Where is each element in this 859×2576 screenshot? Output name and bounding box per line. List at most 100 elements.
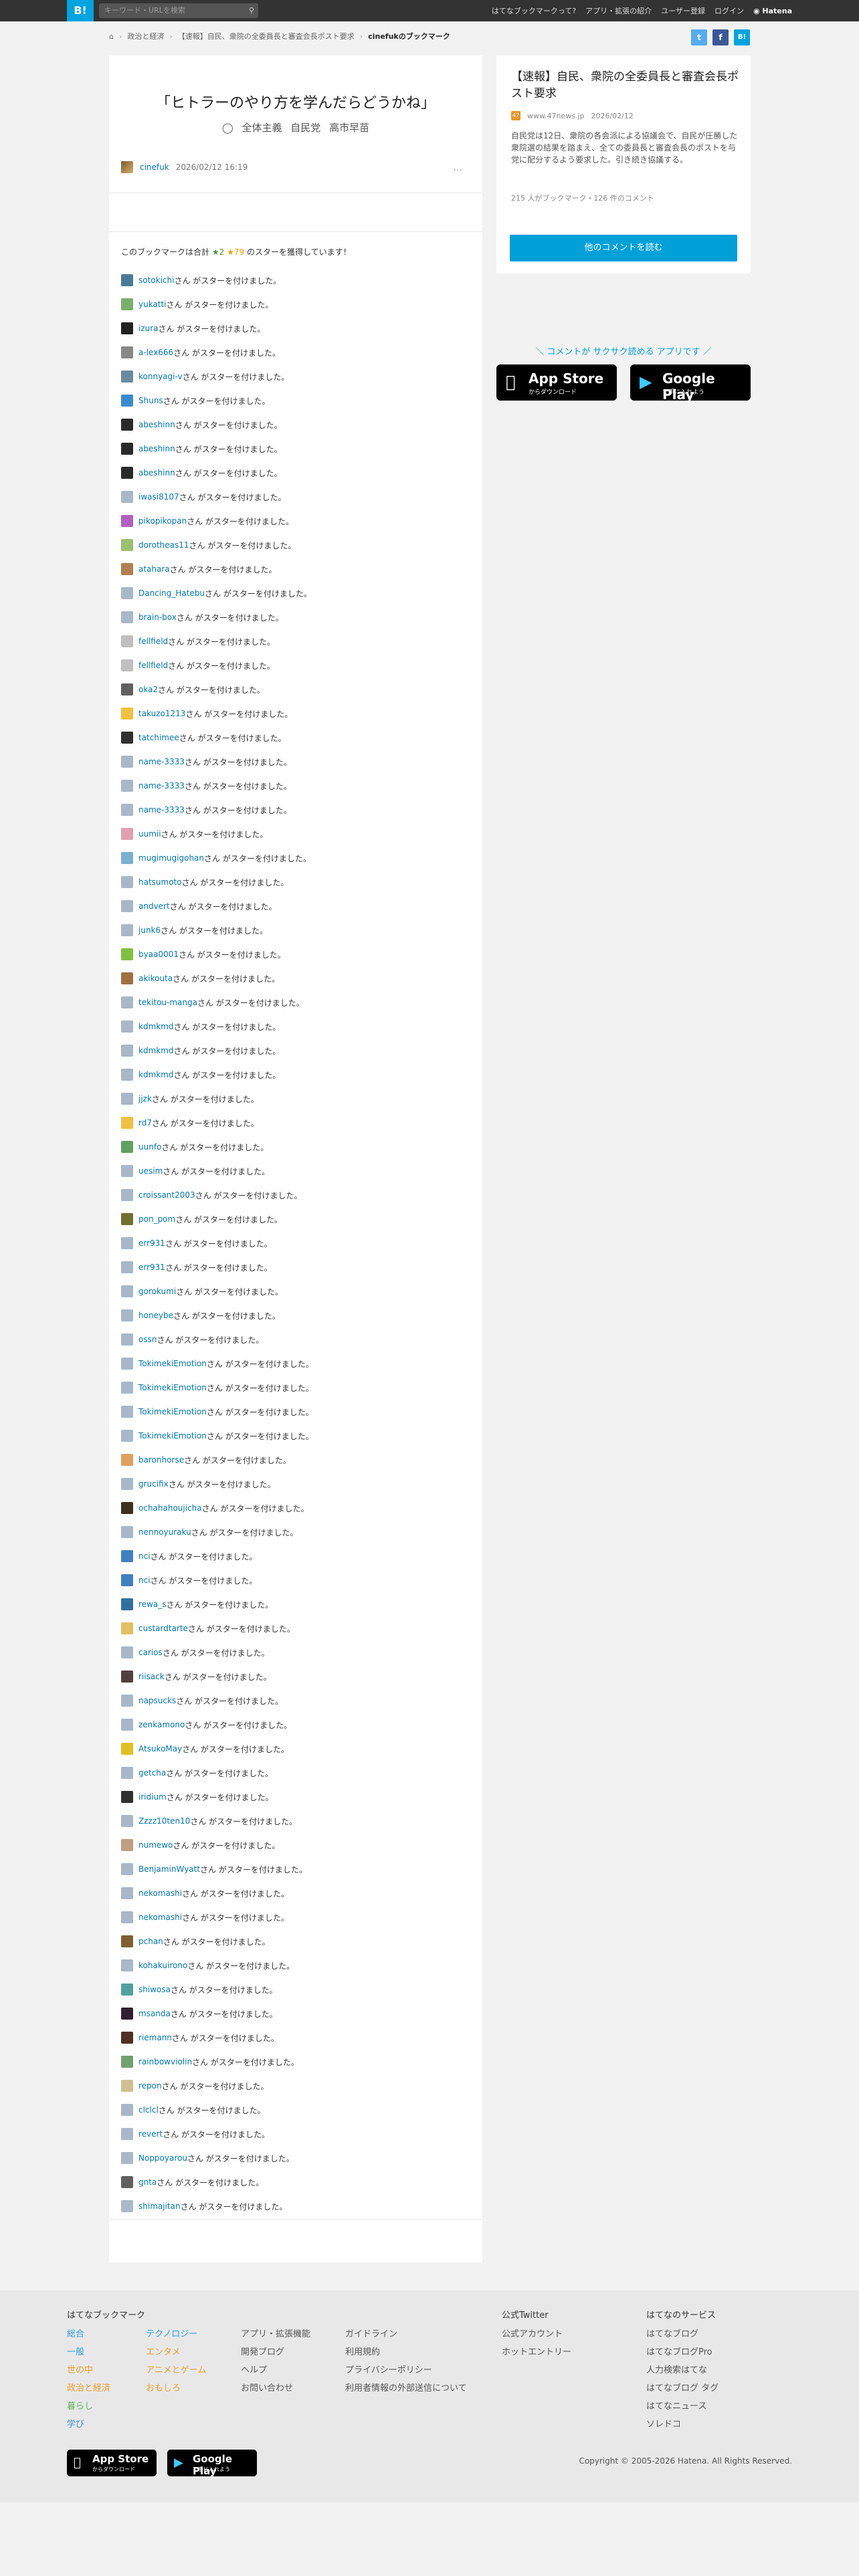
footer-link[interactable]: プライバシーポリシー (345, 2361, 467, 2379)
avatar[interactable] (121, 1598, 133, 1610)
star-giver-name[interactable]: nci (138, 1551, 151, 1561)
avatar[interactable] (121, 322, 133, 334)
avatar[interactable] (121, 1863, 133, 1875)
avatar[interactable] (121, 2104, 133, 2116)
star-giver-name[interactable]: repon (138, 2081, 162, 2090)
footer-google-play-badge[interactable]: ▶ Google Play で手に入れよう (167, 2450, 257, 2477)
avatar[interactable] (121, 1671, 133, 1683)
star-giver-name[interactable]: name-3333 (138, 781, 185, 790)
star-giver-name[interactable]: baronhorse (138, 1455, 184, 1465)
avatar[interactable] (121, 2080, 133, 2092)
star-giver-name[interactable]: rewa_s (138, 1600, 166, 1609)
avatar[interactable] (121, 780, 133, 792)
star-giver-name[interactable]: Dancing_Hatebu (138, 588, 205, 598)
star-giver-name[interactable]: croissant2003 (138, 1190, 195, 1200)
star-giver-name[interactable]: takuzo1213 (138, 709, 185, 718)
star-giver-name[interactable]: konnyagi-v (138, 372, 183, 381)
avatar[interactable] (121, 1815, 133, 1827)
star-giver-name[interactable]: jjzk (138, 1094, 152, 1103)
footer-category[interactable]: 学び (67, 2416, 110, 2434)
star-giver-name[interactable]: atahara (138, 564, 170, 574)
star-giver-name[interactable]: nennoyuraku (138, 1527, 191, 1537)
star-giver-name[interactable]: name-3333 (138, 805, 185, 815)
footer-link[interactable]: 利用者情報の外部送信について (345, 2379, 467, 2397)
star-giver-name[interactable]: tekitou-manga (138, 998, 197, 1007)
avatar[interactable] (121, 491, 133, 503)
star-giver-name[interactable]: nekomashi (138, 1913, 182, 1922)
star-giver-name[interactable]: sotokichi (138, 276, 174, 285)
star-giver-name[interactable]: nci (138, 1576, 151, 1585)
footer-link[interactable]: 利用規約 (345, 2343, 467, 2361)
avatar[interactable] (121, 1189, 133, 1201)
avatar[interactable] (121, 1333, 133, 1346)
star-giver-name[interactable]: Shuns (138, 396, 163, 405)
avatar[interactable] (121, 2128, 133, 2140)
avatar[interactable] (121, 587, 133, 599)
footer-service-link[interactable]: はてなニュース (646, 2397, 719, 2416)
hatena-share-icon[interactable]: B! (734, 29, 750, 45)
star-giver-name[interactable]: mugimugigohan (138, 853, 204, 863)
star-giver-name[interactable]: AtsukoMay (138, 1744, 182, 1753)
avatar[interactable] (121, 1887, 133, 1899)
star-giver-name[interactable]: byaa0001 (138, 950, 179, 959)
avatar[interactable] (121, 2056, 133, 2068)
avatar[interactable] (121, 756, 133, 768)
footer-link[interactable]: アプリ・拡張機能 (241, 2325, 310, 2343)
star-giver-name[interactable]: TokimekiEmotion (138, 1383, 207, 1392)
star-giver-name[interactable]: andvert (138, 901, 170, 911)
avatar[interactable] (121, 1165, 133, 1177)
star-giver-name[interactable]: err931 (138, 1263, 165, 1272)
avatar[interactable] (121, 1839, 133, 1851)
footer-link[interactable]: お問い合わせ (241, 2379, 310, 2397)
entry-title-link[interactable]: 【速報】自民、衆院の全委員長と審査会長ポスト要求 (511, 69, 739, 102)
avatar[interactable] (121, 1478, 133, 1490)
footer-category[interactable]: テクノロジー (146, 2325, 206, 2343)
star-giver-name[interactable]: rainbowviolin (138, 2057, 192, 2066)
footer-link[interactable]: ホットエントリー (502, 2343, 571, 2361)
avatar[interactable] (121, 683, 133, 695)
star-giver-name[interactable]: shiwosa (138, 1985, 171, 1994)
search-input[interactable]: キーワード・URLを検索 ⚲ (99, 3, 258, 18)
star-giver-name[interactable]: kdmkmd (138, 1046, 174, 1055)
nav-apps[interactable]: アプリ・拡張の紹介 (585, 5, 652, 16)
avatar[interactable] (121, 732, 133, 744)
star-giver-name[interactable]: clclcl (138, 2105, 159, 2115)
footer-service-link[interactable]: ソレドコ (646, 2416, 719, 2434)
avatar[interactable] (121, 467, 133, 479)
star-giver-name[interactable]: kdmkmd (138, 1070, 174, 1079)
avatar[interactable] (121, 1959, 133, 1971)
star-giver-name[interactable]: custardtarte (138, 1624, 188, 1633)
search-icon[interactable]: ⚲ (249, 3, 254, 18)
avatar[interactable] (121, 1141, 133, 1153)
avatar[interactable] (121, 563, 133, 575)
star-giver-name[interactable]: TokimekiEmotion (138, 1431, 207, 1440)
avatar[interactable] (121, 1430, 133, 1442)
avatar[interactable] (121, 443, 133, 455)
star-giver-name[interactable]: revert (138, 2129, 163, 2139)
avatar[interactable] (121, 1646, 133, 1658)
star-giver-name[interactable]: shimajitan (138, 2202, 181, 2211)
star-giver-name[interactable]: ossn (138, 1335, 157, 1344)
avatar[interactable] (121, 346, 133, 358)
star-giver-name[interactable]: akikouta (138, 974, 173, 983)
more-menu-icon[interactable]: … (453, 163, 462, 173)
footer-link[interactable]: 開発ブログ (241, 2343, 310, 2361)
hatena-bookmark-logo[interactable]: B! (67, 0, 94, 21)
star-giver-name[interactable]: pikopikopan (138, 516, 187, 526)
avatar[interactable] (121, 1021, 133, 1033)
home-icon[interactable]: ⌂ (109, 32, 114, 41)
footer-category[interactable]: アニメとゲーム (146, 2361, 206, 2379)
star-giver-name[interactable]: fellfield (138, 637, 168, 646)
footer-link[interactable]: ガイドライン (345, 2325, 467, 2343)
footer-category[interactable]: 暮らし (67, 2397, 110, 2416)
avatar[interactable] (121, 1695, 133, 1707)
nav-register[interactable]: ユーザー登録 (661, 5, 705, 16)
star-giver-name[interactable]: riisack (138, 1672, 165, 1681)
star-giver-name[interactable]: BenjaminWyatt (138, 1864, 200, 1874)
avatar[interactable] (121, 1550, 133, 1562)
avatar[interactable] (121, 1791, 133, 1803)
avatar[interactable] (121, 2200, 133, 2212)
avatar[interactable] (121, 1911, 133, 1923)
avatar[interactable] (121, 1502, 133, 1514)
star-giver-name[interactable]: rd7 (138, 1118, 152, 1128)
